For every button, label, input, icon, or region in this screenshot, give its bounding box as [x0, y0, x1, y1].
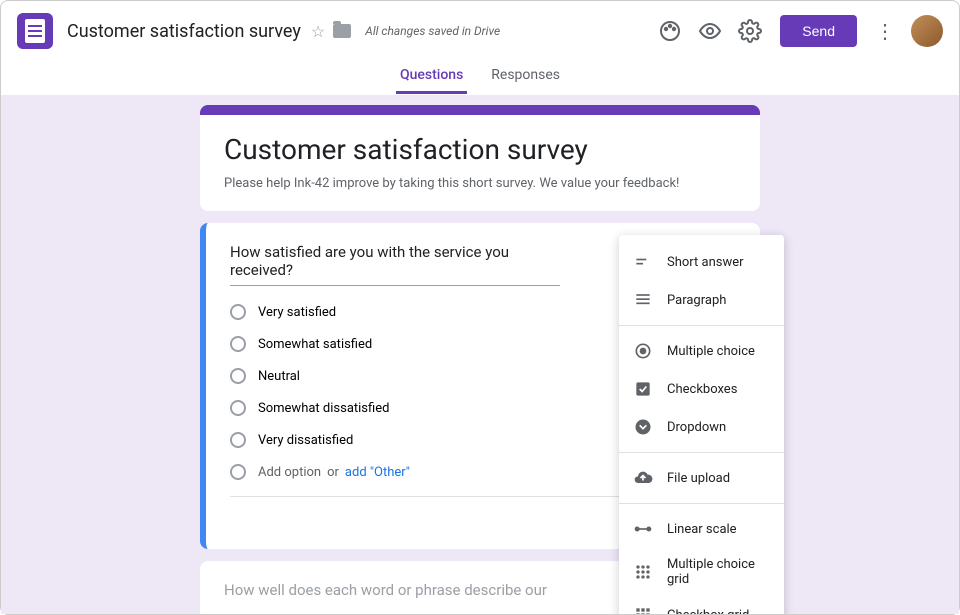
- menu-label: Dropdown: [667, 420, 726, 435]
- type-paragraph[interactable]: Paragraph: [619, 281, 784, 319]
- form-description[interactable]: Please help Ink-42 improve by taking thi…: [224, 176, 736, 191]
- forms-logo-icon[interactable]: [17, 13, 53, 49]
- grid-dots-icon: [633, 562, 653, 582]
- tab-questions[interactable]: Questions: [396, 61, 467, 94]
- dropdown-icon: [633, 417, 653, 437]
- tabs: Questions Responses: [1, 61, 959, 95]
- type-multiple-choice-grid[interactable]: Multiple choice grid: [619, 548, 784, 596]
- menu-label: File upload: [667, 471, 730, 486]
- menu-label: Multiple choice grid: [667, 557, 770, 587]
- menu-separator: [619, 452, 784, 453]
- settings-icon[interactable]: [738, 19, 762, 43]
- add-option-button[interactable]: Add option: [258, 465, 321, 480]
- folder-icon[interactable]: [333, 24, 351, 38]
- radio-icon: [230, 368, 246, 384]
- radio-icon: [230, 304, 246, 320]
- send-button[interactable]: Send: [780, 15, 857, 47]
- save-status: All changes saved in Drive: [365, 24, 500, 38]
- tab-responses[interactable]: Responses: [487, 61, 564, 94]
- type-dropdown[interactable]: Dropdown: [619, 408, 784, 446]
- radio-icon: [230, 336, 246, 352]
- question-type-menu: Short answer Paragraph Multiple choice C…: [619, 235, 784, 614]
- linear-scale-icon: [633, 519, 653, 539]
- option-label[interactable]: Neutral: [258, 369, 300, 384]
- canvas: Customer satisfaction survey Please help…: [1, 95, 959, 614]
- radio-icon: [230, 400, 246, 416]
- paragraph-icon: [633, 290, 653, 310]
- grid-squares-icon: [633, 605, 653, 614]
- type-checkbox-grid[interactable]: Checkbox grid: [619, 596, 784, 614]
- menu-label: Multiple choice: [667, 344, 755, 359]
- option-label[interactable]: Very satisfied: [258, 305, 336, 320]
- menu-separator: [619, 503, 784, 504]
- option-label[interactable]: Somewhat dissatisfied: [258, 401, 389, 416]
- type-linear-scale[interactable]: Linear scale: [619, 510, 784, 548]
- preview-icon[interactable]: [698, 19, 722, 43]
- menu-label: Short answer: [667, 255, 744, 270]
- or-text: or: [327, 465, 339, 480]
- question-title-input[interactable]: How satisfied are you with the service y…: [230, 243, 560, 286]
- short-answer-icon: [633, 252, 653, 272]
- star-icon[interactable]: ☆: [311, 22, 325, 41]
- avatar[interactable]: [911, 15, 943, 47]
- menu-label: Checkboxes: [667, 382, 737, 397]
- menu-label: Paragraph: [667, 293, 726, 308]
- option-label[interactable]: Somewhat satisfied: [258, 337, 372, 352]
- radio-icon: [230, 432, 246, 448]
- radio-icon: [230, 464, 246, 480]
- radio-icon: [633, 341, 653, 361]
- checkbox-icon: [633, 379, 653, 399]
- more-icon[interactable]: ⋮: [875, 19, 895, 43]
- type-short-answer[interactable]: Short answer: [619, 243, 784, 281]
- type-file-upload[interactable]: File upload: [619, 459, 784, 497]
- header: Customer satisfaction survey ☆ All chang…: [1, 1, 959, 61]
- upload-icon: [633, 468, 653, 488]
- doc-title[interactable]: Customer satisfaction survey: [67, 21, 301, 42]
- type-checkboxes[interactable]: Checkboxes: [619, 370, 784, 408]
- form-header-card[interactable]: Customer satisfaction survey Please help…: [200, 105, 760, 211]
- option-label[interactable]: Very dissatisfied: [258, 433, 353, 448]
- menu-label: Checkbox grid: [667, 608, 749, 615]
- menu-separator: [619, 325, 784, 326]
- question-title-input[interactable]: How well does each word or phrase descri…: [224, 581, 547, 599]
- menu-label: Linear scale: [667, 522, 737, 537]
- palette-icon[interactable]: [658, 19, 682, 43]
- form-title[interactable]: Customer satisfaction survey: [224, 133, 736, 166]
- type-multiple-choice[interactable]: Multiple choice: [619, 332, 784, 370]
- add-other-button[interactable]: add "Other": [345, 465, 410, 480]
